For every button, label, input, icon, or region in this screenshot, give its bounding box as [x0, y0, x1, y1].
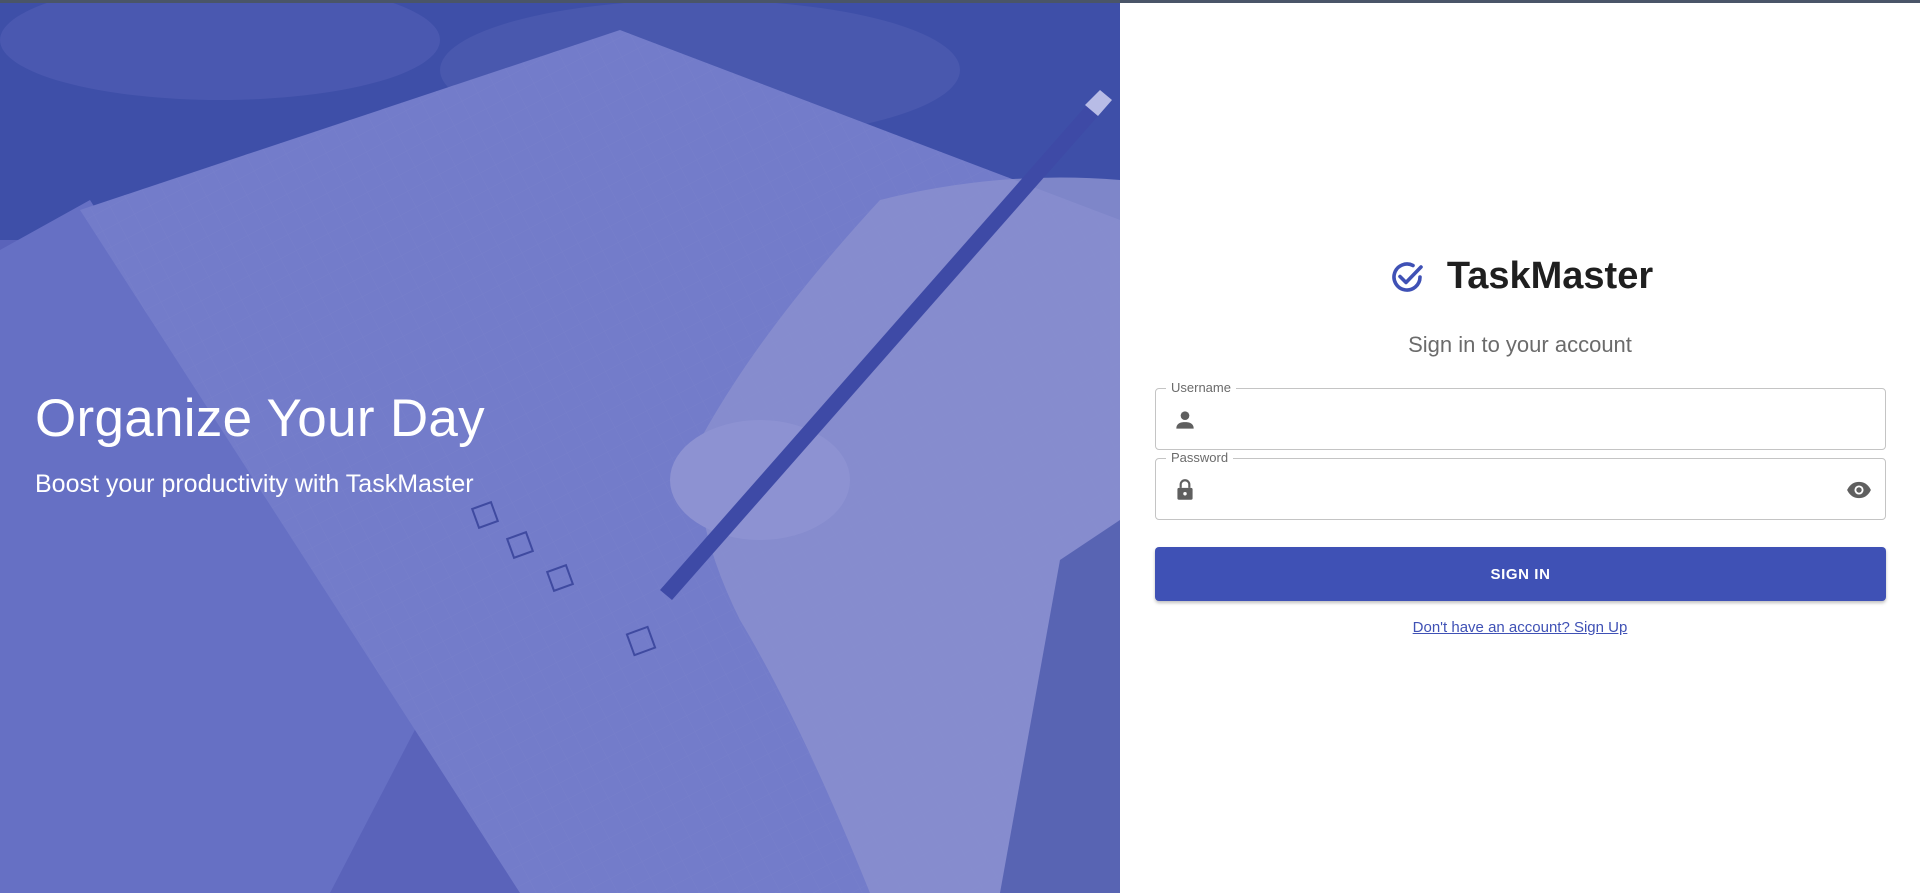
password-input[interactable] — [1212, 469, 1812, 509]
username-label: Username — [1166, 380, 1236, 395]
username-input[interactable] — [1212, 399, 1812, 439]
sign-in-button[interactable]: SIGN IN — [1155, 547, 1886, 601]
password-label: Password — [1166, 450, 1234, 465]
hero-panel: Organize Your Day Boost your productivit… — [0, 0, 1120, 893]
toggle-password-visibility-button[interactable] — [1843, 474, 1875, 506]
brand-header: TaskMaster — [1120, 255, 1920, 298]
person-icon — [1176, 411, 1194, 429]
form-subtitle: Sign in to your account — [1408, 332, 1632, 357]
hero-subtitle: Boost your productivity with TaskMaster — [35, 470, 474, 498]
window-top-border — [0, 0, 1920, 3]
sign-up-link[interactable]: Don't have an account? Sign Up — [1120, 619, 1920, 636]
password-field[interactable]: Password — [1155, 450, 1886, 520]
lock-icon — [1177, 479, 1193, 500]
hero-title: Organize Your Day — [35, 389, 485, 448]
brand-name: TaskMaster — [1446, 255, 1654, 297]
check-circle-icon — [1392, 261, 1423, 292]
login-panel: TaskMaster Sign in to your account Usern… — [1120, 0, 1920, 893]
username-field[interactable]: Username — [1155, 380, 1886, 450]
eye-icon — [1847, 481, 1871, 499]
